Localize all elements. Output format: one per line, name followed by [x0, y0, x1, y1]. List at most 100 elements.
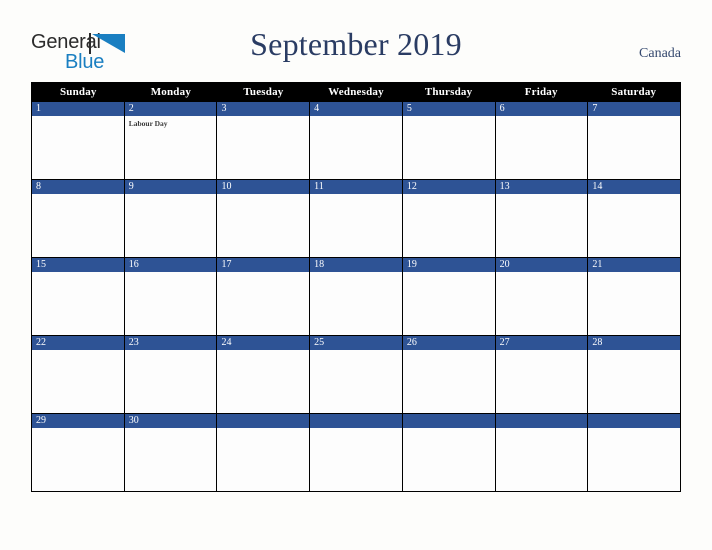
date-bar: 5 [402, 102, 495, 116]
day-cell-4[interactable]: 4 [310, 102, 403, 179]
date-number: 10 [221, 181, 232, 192]
date-number: 5 [406, 103, 412, 114]
day-cell-6[interactable]: 6 [495, 102, 589, 179]
day-events [496, 272, 588, 275]
date-bar: 14 [588, 180, 681, 194]
day-events: Labour Day [125, 116, 217, 129]
weekday-header-thursday: Thursday [424, 86, 473, 98]
day-cell-18[interactable]: 18 [310, 258, 403, 335]
date-number: 15 [36, 259, 46, 270]
day-cell-12[interactable]: 12 [402, 180, 496, 257]
date-number: 30 [128, 415, 139, 426]
date-bar: 6 [495, 102, 588, 116]
weekday-header-tuesday: Tuesday [243, 86, 284, 98]
day-cell-23[interactable]: 23 [124, 336, 218, 413]
day-cell-13[interactable]: 13 [495, 180, 589, 257]
day-events [496, 350, 588, 353]
day-cell-1[interactable]: 1 [32, 102, 125, 179]
day-cell-14[interactable]: 14 [588, 180, 681, 257]
date-number: 26 [406, 337, 417, 348]
day-cell-28[interactable]: 28 [588, 336, 681, 413]
day-cell-empty[interactable] [588, 414, 681, 491]
day-cell-22[interactable]: 22 [32, 336, 125, 413]
day-cell-24[interactable]: 24 [217, 336, 311, 413]
day-cell-27[interactable]: 27 [495, 336, 589, 413]
day-events [310, 350, 402, 353]
day-events [217, 272, 309, 275]
date-bar: 4 [310, 102, 402, 116]
date-number: 27 [499, 337, 510, 348]
calendar-week-row: 22 23 24 25 26 27 28 [32, 335, 681, 413]
date-number: 12 [406, 181, 417, 192]
day-cell-9[interactable]: 9 [124, 180, 218, 257]
date-number: 13 [499, 181, 510, 192]
day-cell-26[interactable]: 26 [402, 336, 496, 413]
day-events [32, 116, 124, 119]
date-number: 1 [36, 103, 41, 114]
date-number: 23 [128, 337, 139, 348]
date-bar: 26 [402, 336, 495, 350]
day-cell-30[interactable]: 30 [124, 414, 218, 491]
date-bar: 13 [495, 180, 588, 194]
weekday-header-saturday: Saturday [611, 86, 657, 98]
date-number: 20 [499, 259, 510, 270]
day-cell-5[interactable]: 5 [402, 102, 496, 179]
calendar-weeks: 1 2 Labour Day 3 4 5 6 7 8 9 10 11 12 13 14 15 16 17 18 19 2… [32, 102, 681, 491]
day-cell-19[interactable]: 19 [402, 258, 496, 335]
date-bar: 2 [124, 102, 217, 116]
day-events [496, 428, 588, 431]
date-number: 4 [314, 103, 320, 114]
date-number: 9 [128, 181, 134, 192]
day-cell-empty[interactable] [495, 414, 589, 491]
date-number: 7 [592, 103, 598, 114]
date-bar: 23 [124, 336, 217, 350]
event-label[interactable]: Labour Day [129, 119, 213, 129]
date-number: 11 [314, 181, 324, 192]
day-events [217, 194, 309, 197]
day-cell-15[interactable]: 15 [32, 258, 125, 335]
calendar-week-row: 29 30 [32, 413, 681, 491]
day-events [588, 272, 680, 275]
day-cell-3[interactable]: 3 [217, 102, 311, 179]
date-number: 16 [128, 259, 139, 270]
day-cell-29[interactable]: 29 [32, 414, 125, 491]
day-cell-25[interactable]: 25 [310, 336, 403, 413]
calendar-week-row: 8 9 10 11 12 13 14 [32, 179, 681, 257]
day-cell-20[interactable]: 20 [495, 258, 589, 335]
day-cell-8[interactable]: 8 [32, 180, 125, 257]
weekday-header-friday: Friday [524, 86, 558, 98]
day-events [403, 116, 495, 119]
day-events [403, 350, 495, 353]
day-cell-17[interactable]: 17 [217, 258, 311, 335]
date-number: 8 [36, 181, 41, 192]
date-bar: 12 [402, 180, 495, 194]
day-events [32, 272, 124, 275]
day-events [588, 116, 680, 119]
weekday-header-sunday: Sunday [59, 86, 97, 98]
day-events [125, 428, 217, 431]
date-number: 19 [406, 259, 417, 270]
day-cell-empty[interactable] [217, 414, 311, 491]
date-bar [217, 414, 310, 428]
date-number: 6 [499, 103, 505, 114]
day-cell-16[interactable]: 16 [124, 258, 218, 335]
date-bar: 1 [32, 102, 124, 116]
day-cell-2[interactable]: 2 Labour Day [124, 102, 218, 179]
day-cell-empty[interactable] [402, 414, 496, 491]
date-bar [495, 414, 588, 428]
date-number: 28 [592, 337, 603, 348]
day-cell-10[interactable]: 10 [217, 180, 311, 257]
day-cell-7[interactable]: 7 [588, 102, 681, 179]
day-events [125, 194, 217, 197]
calendar-week-row: 1 2 Labour Day 3 4 5 6 7 [32, 102, 681, 179]
date-bar [310, 414, 402, 428]
day-cell-11[interactable]: 11 [310, 180, 403, 257]
day-events [403, 272, 495, 275]
date-number: 17 [221, 259, 232, 270]
date-bar: 20 [495, 258, 588, 272]
day-cell-21[interactable]: 21 [588, 258, 681, 335]
day-cell-empty[interactable] [310, 414, 403, 491]
date-bar: 22 [32, 336, 124, 350]
date-bar: 11 [310, 180, 402, 194]
day-events [310, 428, 402, 431]
